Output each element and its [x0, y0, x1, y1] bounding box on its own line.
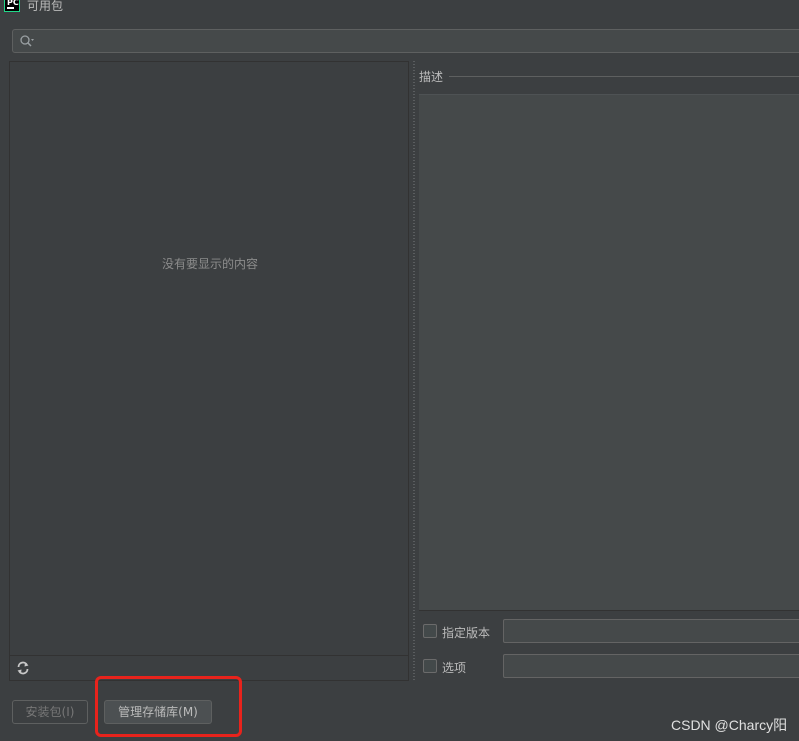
window-title: 可用包	[27, 0, 64, 13]
specify-version-checkbox[interactable]	[423, 624, 437, 638]
version-field[interactable]	[503, 619, 799, 643]
options-label: 选项	[442, 661, 467, 675]
specify-version-label: 指定版本	[442, 626, 491, 640]
description-area	[419, 94, 799, 610]
title-bar: PC 可用包	[0, 0, 799, 14]
install-package-button[interactable]: 安装包(I)	[12, 700, 88, 724]
options-field[interactable]	[503, 654, 799, 678]
description-divider	[449, 76, 799, 77]
package-list[interactable]: 没有要显示的内容	[9, 61, 409, 681]
refresh-icon[interactable]	[16, 661, 30, 675]
search-icon[interactable]	[19, 34, 35, 48]
options-divider	[419, 610, 799, 611]
panel-splitter[interactable]	[411, 61, 417, 681]
search-input[interactable]	[12, 29, 799, 53]
pycharm-icon: PC	[4, 0, 20, 12]
options-checkbox[interactable]	[423, 659, 437, 673]
watermark: CSDN @Charcy阳	[671, 717, 788, 733]
highlight-annotation	[95, 676, 242, 737]
description-label: 描述	[419, 70, 444, 84]
empty-list-text: 没有要显示的内容	[161, 257, 258, 271]
